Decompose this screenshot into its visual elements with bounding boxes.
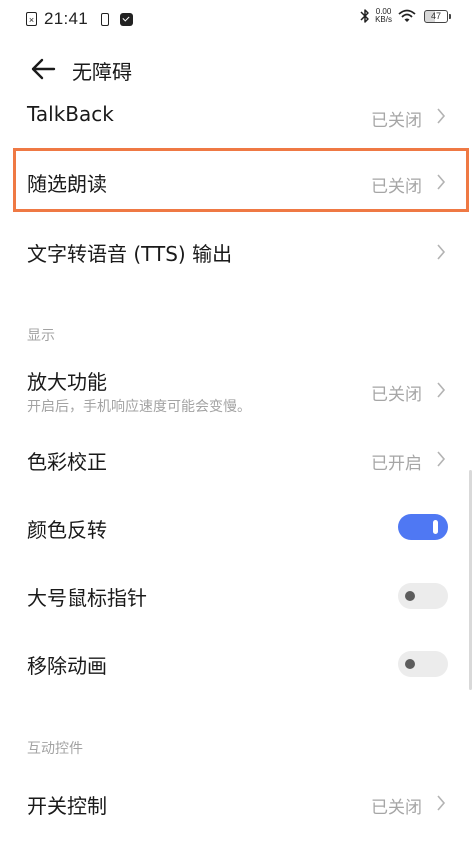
- remove-animations-item: 移除动画: [0, 638, 474, 688]
- app-header: 无障碍: [0, 52, 474, 88]
- color-inversion-toggle[interactable]: [398, 514, 448, 540]
- scrollbar[interactable]: [469, 470, 472, 690]
- phone-icon: [101, 12, 110, 26]
- status-bar: × 21:41 0.00 KB/s 47: [0, 0, 474, 38]
- chevron-right-icon: [437, 108, 446, 124]
- message-icon: [120, 12, 134, 26]
- back-arrow-icon[interactable]: [30, 58, 56, 80]
- magnification-status: 已关闭: [371, 385, 422, 405]
- tts-output-item[interactable]: 文字转语音 (TTS) 输出: [0, 226, 474, 276]
- color-inversion-title: 颜色反转: [27, 518, 107, 542]
- bluetooth-icon: [360, 9, 369, 23]
- section-label-interaction-controls: 互动控件: [27, 741, 83, 757]
- talkback-title: TalkBack: [27, 102, 114, 126]
- remove-animations-title: 移除动画: [27, 654, 107, 678]
- battery-icon: 47: [424, 9, 451, 23]
- select-to-speak-item[interactable]: 随选朗读 已关闭: [0, 152, 474, 210]
- remove-animations-toggle[interactable]: [398, 651, 448, 677]
- page-title: 无障碍: [72, 60, 132, 84]
- chevron-right-icon: [437, 244, 446, 260]
- chevron-right-icon: [437, 382, 446, 398]
- large-pointer-title: 大号鼠标指针: [27, 586, 147, 610]
- network-speed-unit: KB/s: [375, 15, 392, 24]
- magnification-item[interactable]: 放大功能 开启后，手机响应速度可能会变慢。 已关闭: [0, 360, 474, 422]
- color-correction-title: 色彩校正: [27, 450, 107, 474]
- switch-access-title: 开关控制: [27, 794, 107, 818]
- network-speed: 0.00 KB/s: [375, 8, 392, 24]
- talkback-status: 已关闭: [371, 111, 422, 131]
- section-label-display: 显示: [27, 328, 55, 344]
- switch-access-item[interactable]: 开关控制 已关闭: [0, 778, 474, 828]
- chevron-right-icon: [437, 451, 446, 467]
- magnification-subtitle: 开启后，手机响应速度可能会变慢。: [27, 399, 251, 415]
- magnification-title: 放大功能: [27, 370, 107, 394]
- notification-icon: ×: [26, 12, 37, 26]
- select-to-speak-title: 随选朗读: [27, 172, 107, 196]
- color-correction-item[interactable]: 色彩校正 已开启: [0, 434, 474, 484]
- wifi-icon: [398, 9, 416, 22]
- tts-output-title: 文字转语音 (TTS) 输出: [27, 242, 233, 266]
- large-pointer-toggle[interactable]: [398, 583, 448, 609]
- chevron-right-icon: [437, 174, 446, 190]
- switch-access-status: 已关闭: [371, 798, 422, 818]
- chevron-right-icon: [437, 795, 446, 811]
- color-inversion-item: 颜色反转: [0, 502, 474, 552]
- large-pointer-item: 大号鼠标指针: [0, 570, 474, 620]
- status-time: 21:41: [44, 9, 89, 28]
- color-correction-status: 已开启: [371, 454, 422, 474]
- select-to-speak-status: 已关闭: [371, 177, 422, 197]
- talkback-item[interactable]: TalkBack 已关闭: [0, 92, 474, 140]
